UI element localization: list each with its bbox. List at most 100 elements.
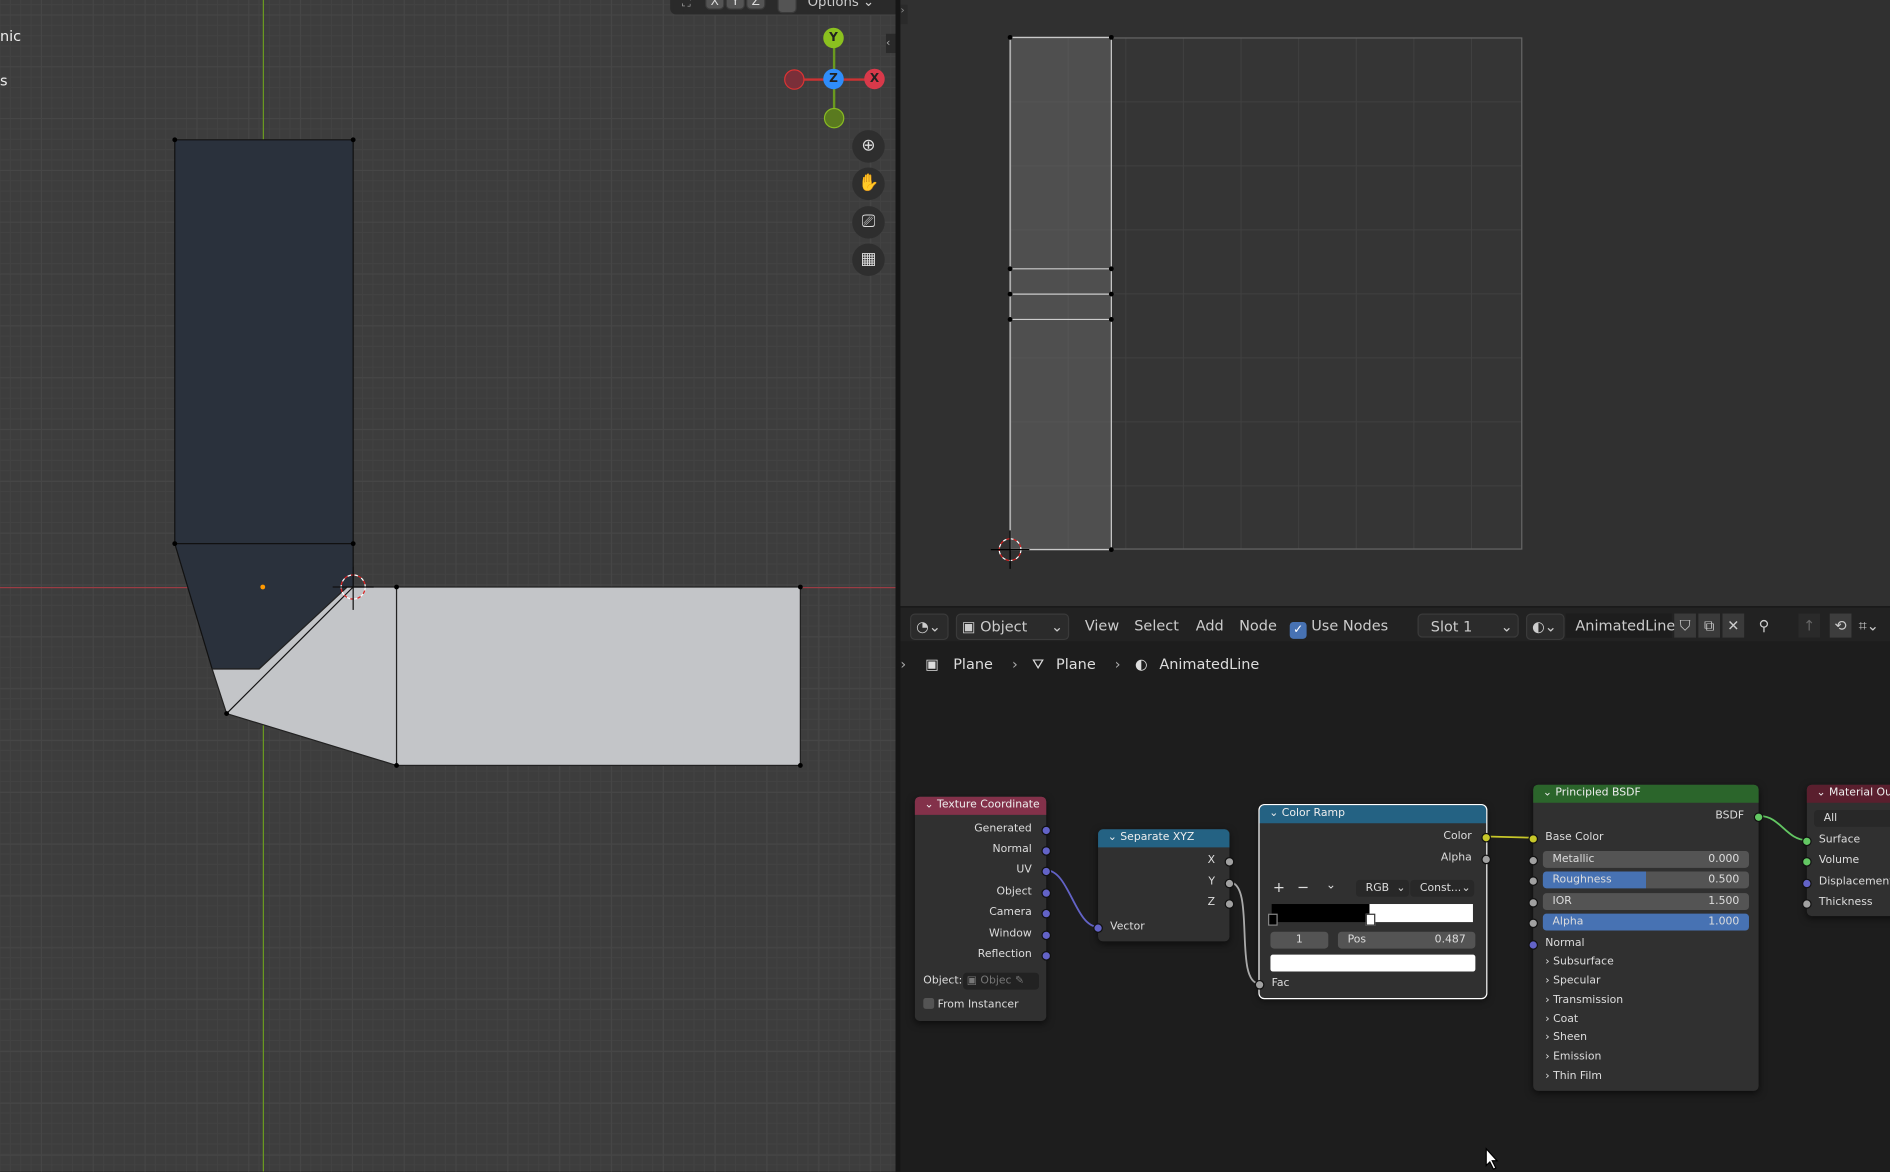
output-reflection[interactable]: Reflection — [915, 946, 1052, 963]
ramp-stop-0[interactable] — [1268, 913, 1278, 926]
output-uv[interactable]: UV — [915, 862, 1052, 879]
camera-icon[interactable]: ⎚ — [852, 206, 885, 239]
zoom-icon[interactable]: ⊕ — [852, 130, 885, 163]
panel-sheen[interactable]: › Sheen — [1533, 1029, 1758, 1046]
metallic-field[interactable]: Metallic 0.000 — [1528, 850, 1749, 868]
input-fac[interactable]: Fac — [1254, 975, 1487, 992]
panel-specular[interactable]: › Specular — [1533, 973, 1758, 990]
mode-dropdown[interactable]: ▣ Object ⌄ — [955, 613, 1070, 641]
node-header[interactable]: ⌄ Principled BSDF — [1533, 784, 1759, 803]
node-canvas[interactable]: › ▣ Plane › ⛛ Plane › ◐ AnimatedLine ⌄ T… — [900, 641, 1890, 1172]
pin-icon[interactable]: ⚲ — [1759, 614, 1770, 638]
output-y[interactable]: Y — [1098, 874, 1235, 891]
uv-island[interactable] — [900, 0, 1890, 606]
material-browse-button[interactable]: ◐⌄ — [1525, 613, 1565, 641]
input-normal[interactable]: Normal — [1528, 935, 1758, 952]
options-label: Options — [807, 0, 859, 10]
output-object[interactable]: Object — [915, 884, 1052, 901]
material-output-node[interactable]: ⌄ Material Out All Surface Volume Displa… — [1802, 784, 1890, 917]
target-dropdown[interactable]: All — [1814, 810, 1890, 827]
texture-coordinate-node[interactable]: ⌄ Texture Coordinate Generated Normal UV… — [914, 796, 1052, 1021]
panel-thin-film[interactable]: › Thin Film — [1533, 1068, 1758, 1085]
fake-user-icon[interactable]: ⛉ — [1674, 613, 1696, 638]
node-header[interactable]: ⌄ Texture Coordinate — [914, 796, 1047, 815]
panel-coat[interactable]: › Coat — [1533, 1011, 1758, 1028]
mirror-icon[interactable] — [777, 0, 797, 14]
uv-editor[interactable]: › — [900, 0, 1890, 607]
output-color[interactable]: Color — [1260, 828, 1492, 845]
principled-bsdf-node[interactable]: ⌄ Principled BSDF BSDF Base Color Metall… — [1528, 784, 1764, 1091]
roughness-field[interactable]: Roughness 0.500 — [1528, 871, 1749, 889]
interpolation-dropdown[interactable]: Const... ⌄ — [1410, 879, 1475, 897]
output-generated[interactable]: Generated — [915, 821, 1052, 838]
input-base-color[interactable]: Base Color — [1528, 829, 1758, 846]
left-text-2: s — [0, 72, 8, 90]
menu-add[interactable]: Add — [1196, 614, 1224, 638]
axis-x-button[interactable]: X — [705, 0, 725, 10]
stop-index-field[interactable]: 1 — [1270, 931, 1329, 949]
color-ramp-node[interactable]: ⌄ Color Ramp Color Alpha + − ⌄ RGB ⌄ Cons… — [1254, 803, 1492, 1000]
separate-xyz-node[interactable]: ⌄ Separate XYZ X Y Z Vector — [1093, 829, 1235, 942]
remove-stop-icon[interactable]: − — [1297, 879, 1309, 896]
gizmo-z-axis[interactable]: Z — [823, 68, 844, 90]
output-window[interactable]: Window — [915, 926, 1052, 943]
menu-node[interactable]: Node — [1239, 614, 1277, 638]
mode-label: Object — [980, 618, 1028, 636]
gizmo-y-axis[interactable]: Y — [823, 27, 844, 49]
input-thickness[interactable]: Thickness — [1802, 894, 1890, 911]
color-ramp-bar[interactable] — [1268, 904, 1473, 926]
options-dropdown[interactable]: Options ⌄ — [808, 0, 875, 10]
axis-y-button[interactable]: Y — [725, 0, 745, 10]
3d-viewport[interactable]: nic s ⛶ X Y Z Options ⌄ ‹ Y X Z ⊕ ✋ ⎚ ▦ — [0, 0, 896, 1172]
from-instancer-checkbox[interactable]: From Instancer — [915, 997, 1046, 1014]
node-title: Principled BSDF — [1555, 787, 1641, 800]
node-header[interactable]: ⌄ Color Ramp — [1259, 805, 1487, 824]
output-x[interactable]: X — [1098, 852, 1235, 869]
duplicate-material-icon[interactable]: ⧉ — [1698, 613, 1721, 638]
grid-icon[interactable]: ▦ — [852, 243, 885, 277]
snap-target-icon[interactable]: ⌗⌄ — [1859, 614, 1879, 638]
panel-emission[interactable]: › Emission — [1533, 1049, 1758, 1066]
stop-position-field[interactable]: Pos 0.487 — [1337, 931, 1476, 949]
use-nodes-checkbox[interactable]: ✓ Use Nodes — [1289, 614, 1388, 639]
output-z[interactable]: Z — [1098, 894, 1235, 911]
checkbox-icon — [923, 998, 935, 1009]
menu-view[interactable]: View — [1085, 614, 1119, 638]
alpha-field[interactable]: Alpha 1.000 — [1528, 913, 1749, 931]
output-alpha[interactable]: Alpha — [1260, 850, 1492, 867]
hand-pan-icon[interactable]: ✋ — [852, 167, 885, 201]
input-surface[interactable]: Surface — [1802, 832, 1890, 849]
input-vector[interactable]: Vector — [1093, 918, 1229, 935]
node-title: Material Out — [1829, 787, 1890, 800]
menu-select[interactable]: Select — [1134, 614, 1179, 638]
node-header[interactable]: ⌄ Material Out — [1806, 784, 1890, 803]
add-stop-icon[interactable]: + — [1273, 879, 1285, 896]
axis-z-button[interactable]: Z — [746, 0, 766, 10]
unlink-icon[interactable]: ✕ — [1722, 613, 1745, 638]
color-mode-dropdown[interactable]: RGB ⌄ — [1356, 879, 1410, 897]
panel-transmission[interactable]: › Transmission — [1533, 992, 1758, 1009]
ramp-stop-1[interactable] — [1365, 913, 1376, 926]
node-header[interactable]: ⌄ Separate XYZ — [1098, 829, 1230, 848]
ior-field[interactable]: IOR 1.500 — [1528, 893, 1749, 911]
output-camera[interactable]: Camera — [915, 904, 1052, 921]
mesh[interactable] — [0, 0, 896, 1172]
parent-node-icon[interactable]: ↑ — [1798, 613, 1821, 638]
snap-icon[interactable]: ⛶ — [682, 0, 690, 10]
panel-subsurface[interactable]: › Subsurface — [1533, 953, 1758, 970]
output-normal[interactable]: Normal — [915, 841, 1052, 858]
viewport-header: ⛶ X Y Z Options ⌄ — [670, 0, 896, 15]
snap-toggle-icon[interactable]: ⟲ — [1829, 613, 1852, 638]
input-displacement[interactable]: Displacement — [1802, 874, 1890, 891]
ramp-menu-icon[interactable]: ⌄ — [1326, 879, 1336, 892]
output-bsdf[interactable]: BSDF — [1533, 808, 1764, 825]
gizmo-x-axis[interactable]: X — [864, 68, 885, 90]
input-volume[interactable]: Volume — [1802, 852, 1890, 869]
material-icon: ◐⌄ — [1532, 618, 1557, 636]
material-name-field[interactable]: AnimatedLine — [1565, 613, 1675, 638]
object-field[interactable]: ▣ Objec ✎ — [963, 972, 1040, 990]
editor-type-button[interactable]: ◔⌄ — [910, 613, 949, 641]
node-title: Texture Coordinate — [937, 799, 1040, 812]
slot-dropdown[interactable]: Slot 1 ⌄ — [1417, 613, 1519, 638]
stop-color-swatch[interactable] — [1270, 954, 1476, 972]
